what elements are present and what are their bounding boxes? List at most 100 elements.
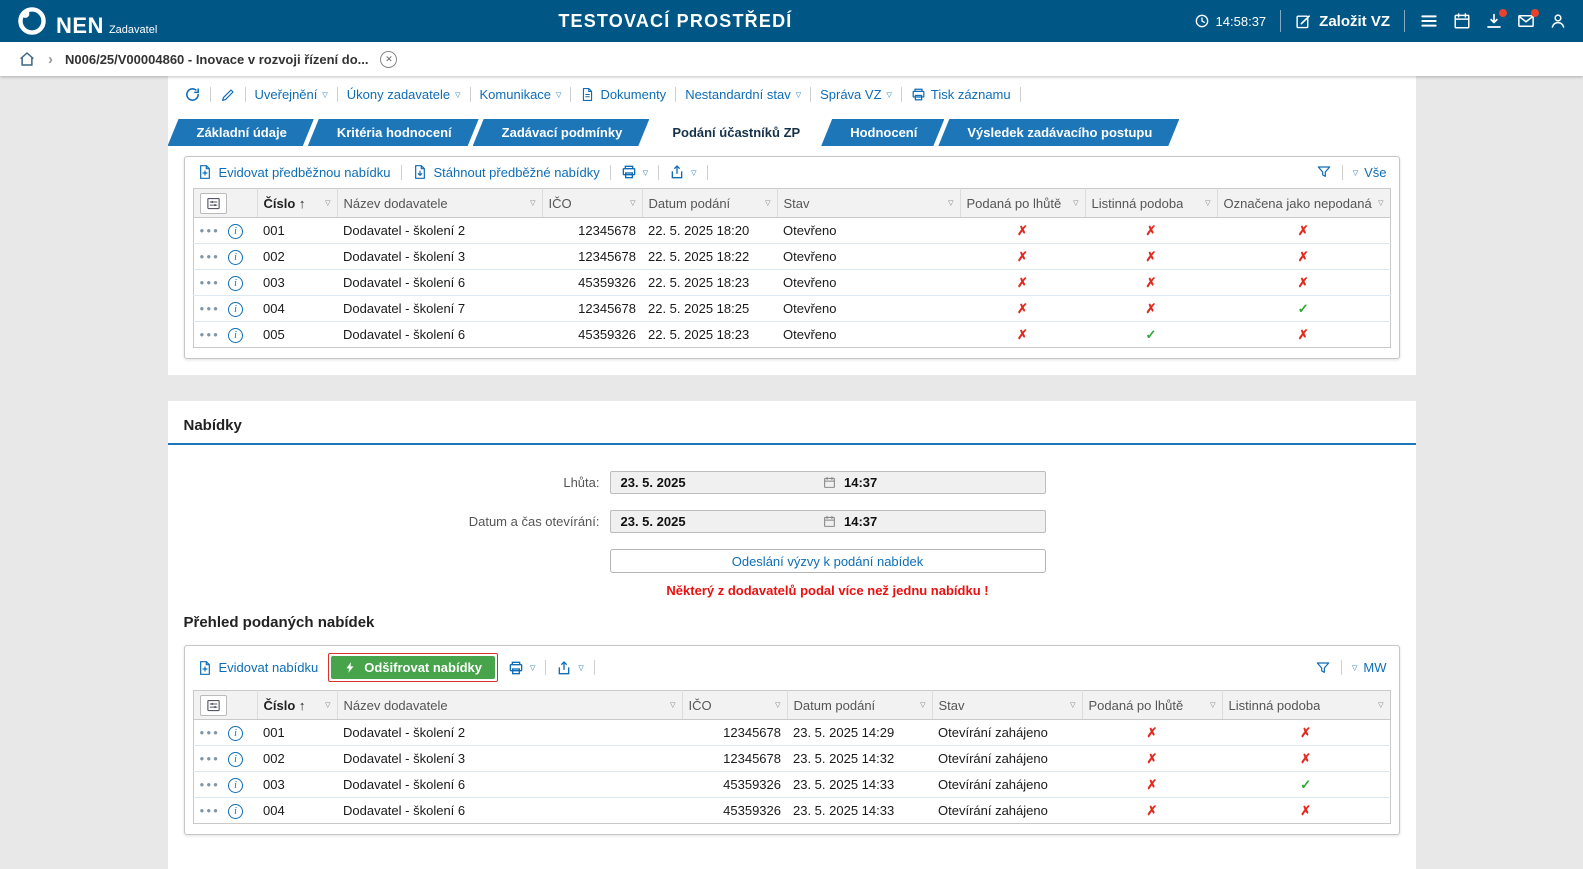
deadline-time-field[interactable]: 14:37 (836, 475, 1045, 490)
filter-caret-icon[interactable]: ▽ (630, 199, 635, 207)
filter-caret-icon[interactable]: ▽ (1210, 701, 1215, 709)
tab-podani-ucastniku-zp[interactable]: Podání účastníků ZP (643, 119, 827, 146)
row-info-icon[interactable]: i (228, 302, 243, 317)
calendar-icon[interactable] (823, 515, 836, 528)
create-vz-button[interactable]: Založit VZ (1295, 13, 1390, 30)
column-header-ico[interactable]: IČO▽ (542, 189, 642, 218)
filter-caret-icon[interactable]: ▽ (765, 199, 770, 207)
row-info-icon[interactable]: i (228, 276, 243, 291)
cell-not_submitted: ✗ (1217, 218, 1390, 244)
filter-caret-icon[interactable]: ▽ (325, 199, 330, 207)
row-actions-icon[interactable]: ●●● (200, 331, 221, 340)
main-menu-button[interactable] (1419, 11, 1439, 31)
calendar-icon[interactable] (823, 476, 836, 489)
evidovat-predbeznou-nabidku-button[interactable]: Evidovat předběžnou nabídku (197, 164, 391, 180)
print-grid-button[interactable]: ▽ (508, 660, 535, 676)
export-grid-button[interactable]: ▽ (669, 164, 696, 180)
filter-caret-icon[interactable]: ▽ (530, 199, 535, 207)
column-settings-icon[interactable] (200, 193, 227, 214)
tab-kriteria-hodnoceni[interactable]: Kritéria hodnocení (308, 119, 479, 146)
history-button[interactable] (184, 86, 201, 103)
odsifrovat-nabidky-button[interactable]: Odšifrovat nabídky (331, 656, 495, 679)
separator (810, 87, 811, 102)
downloads-button[interactable] (1485, 12, 1503, 30)
row-actions-icon[interactable]: ●●● (200, 807, 221, 816)
row-info-icon[interactable]: i (228, 250, 243, 265)
menu-dokumenty[interactable]: Dokumenty (580, 87, 666, 102)
filter-caret-icon[interactable]: ▽ (1378, 199, 1383, 207)
row-actions-icon[interactable]: ●●● (200, 781, 221, 790)
column-header-ico[interactable]: IČO▽ (682, 691, 787, 720)
filter-button[interactable] (1316, 164, 1332, 180)
row-info-icon[interactable]: i (228, 804, 243, 819)
menu-komunikace[interactable]: Komunikace ▽ (480, 87, 562, 102)
cell-name: Dodavatel - školení 2 (337, 218, 542, 244)
column-header-paper[interactable]: Listinná podoba▽ (1222, 691, 1390, 720)
filter-caret-icon[interactable]: ▽ (1205, 199, 1210, 207)
row-actions-icon[interactable]: ●●● (200, 253, 221, 262)
menu-uverejneni[interactable]: Uveřejnění ▽ (255, 87, 328, 102)
tab-vysledek-zadavaciho-postupu[interactable]: Výsledek zadávacího postupu (938, 119, 1179, 146)
opening-date-field[interactable]: 23. 5. 2025 (611, 514, 824, 529)
row-actions-icon[interactable]: ●●● (200, 729, 221, 738)
filter-caret-icon[interactable]: ▽ (325, 701, 330, 709)
tab-hodnoceni[interactable]: Hodnocení (821, 119, 944, 146)
export-grid-button[interactable]: ▽ (556, 660, 583, 676)
column-header-not_submitted[interactable]: Označena jako nepodaná▽ (1217, 189, 1390, 218)
calendar-button[interactable] (1453, 12, 1471, 30)
menu-sprava-vz[interactable]: Správa VZ ▽ (820, 87, 892, 102)
menu-tisk-zaznamu[interactable]: Tisk záznamu (911, 87, 1011, 102)
nen-brand[interactable]: NEN Zadavatel (16, 5, 157, 37)
evidovat-nabidku-button[interactable]: Evidovat nabídku (197, 660, 319, 676)
filter-caret-icon[interactable]: ▽ (920, 701, 925, 709)
filter-caret-icon[interactable]: ▽ (948, 199, 953, 207)
row-info-icon[interactable]: i (228, 778, 243, 793)
view-selector-vse[interactable]: ▽ Vše (1353, 165, 1387, 180)
column-header-paper[interactable]: Listinná podoba▽ (1085, 189, 1217, 218)
filter-caret-icon[interactable]: ▽ (775, 701, 780, 709)
profile-button[interactable] (1549, 12, 1567, 30)
menu-ukony-zadavatele[interactable]: Úkony zadavatele ▽ (347, 87, 461, 102)
print-grid-button[interactable]: ▽ (621, 164, 648, 180)
home-button[interactable] (18, 50, 36, 68)
column-header-name[interactable]: Název dodavatele▽ (337, 691, 682, 720)
edit-record-button[interactable] (220, 87, 236, 103)
filter-caret-icon[interactable]: ▽ (1070, 701, 1075, 709)
server-clock: 14:58:37 (1194, 13, 1267, 29)
stahnout-predbezne-nabidky-button[interactable]: Stáhnout předběžné nabídky (412, 164, 600, 180)
menu-nestandardni-stav[interactable]: Nestandardní stav ▽ (685, 87, 801, 102)
chevron-down-icon: ▽ (887, 90, 892, 99)
row-actions-icon[interactable]: ●●● (200, 279, 221, 288)
opening-time-field[interactable]: 14:37 (836, 514, 1045, 529)
row-info-icon[interactable]: i (228, 726, 243, 741)
filter-caret-icon[interactable]: ▽ (1378, 701, 1383, 709)
column-header-name[interactable]: Název dodavatele▽ (337, 189, 542, 218)
row-actions-icon[interactable]: ●●● (200, 227, 221, 236)
send-call-for-offers-button[interactable]: Odeslání výzvy k podání nabídek (610, 549, 1046, 573)
column-header-date[interactable]: Datum podání▽ (642, 189, 777, 218)
messages-button[interactable] (1517, 12, 1535, 30)
cell-late: ✗ (1082, 720, 1222, 746)
view-selector-mw[interactable]: ▽ MW (1352, 660, 1387, 675)
row-actions-icon[interactable]: ●●● (200, 305, 221, 314)
column-header-status[interactable]: Stav▽ (932, 691, 1082, 720)
column-header-num[interactable]: Číslo ↑▽ (257, 189, 337, 218)
column-header-num[interactable]: Číslo ↑▽ (257, 691, 337, 720)
filter-caret-icon[interactable]: ▽ (670, 701, 675, 709)
column-header-late[interactable]: Podaná po lhůtě▽ (960, 189, 1085, 218)
row-actions-icon[interactable]: ●●● (200, 755, 221, 764)
tab-zakladni-udaje[interactable]: Základní údaje (168, 119, 314, 146)
column-settings-icon[interactable] (200, 695, 227, 716)
tab-zadavaci-podminky[interactable]: Zadávací podmínky (473, 119, 650, 146)
filter-button[interactable] (1315, 660, 1331, 676)
row-info-icon[interactable]: i (228, 328, 243, 343)
breadcrumb-record[interactable]: N006/25/V00004860 - Inovace v rozvoji ří… (65, 52, 368, 67)
column-header-date[interactable]: Datum podání▽ (787, 691, 932, 720)
row-info-icon[interactable]: i (228, 752, 243, 767)
row-info-icon[interactable]: i (228, 224, 243, 239)
column-header-status[interactable]: Stav▽ (777, 189, 960, 218)
filter-caret-icon[interactable]: ▽ (1073, 199, 1078, 207)
deadline-date-field[interactable]: 23. 5. 2025 (611, 475, 824, 490)
column-header-late[interactable]: Podaná po lhůtě▽ (1082, 691, 1222, 720)
close-record-button[interactable]: ✕ (380, 51, 397, 68)
